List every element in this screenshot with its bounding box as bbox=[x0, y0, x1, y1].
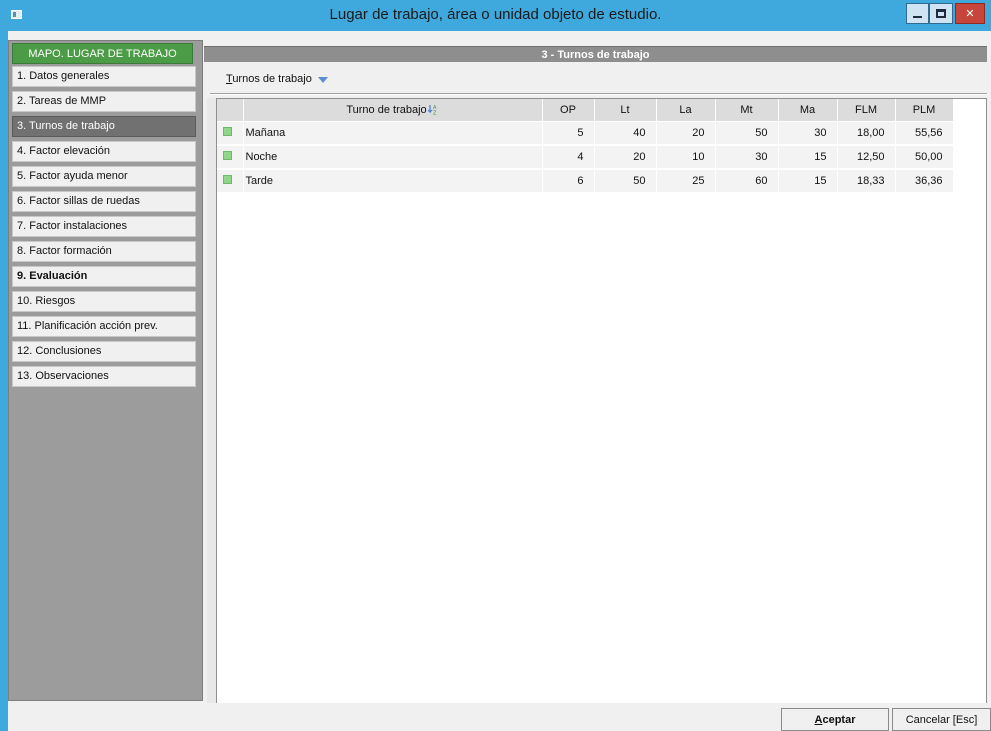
col-header-la[interactable]: La bbox=[656, 99, 716, 122]
table-row[interactable]: Tarde 6 50 25 60 15 18,33 36,36 bbox=[217, 169, 954, 194]
sidebar: MAPO. LUGAR DE TRABAJO 1. Datos generale… bbox=[8, 40, 203, 701]
svg-text:Z: Z bbox=[433, 111, 437, 116]
sidebar-item-turnos-de-trabajo[interactable]: 3. Turnos de trabajo bbox=[12, 116, 196, 137]
sidebar-item-conclusiones[interactable]: 12. Conclusiones bbox=[12, 341, 196, 362]
window-title: Lugar de trabajo, área o unidad objeto d… bbox=[329, 6, 662, 23]
cell-la[interactable]: 25 bbox=[656, 169, 716, 194]
accept-button[interactable]: Aceptar bbox=[781, 708, 889, 731]
section-title: 3 - Turnos de trabajo bbox=[204, 46, 987, 62]
accept-mnemonic: A bbox=[814, 713, 823, 726]
dropdown-label: Turnos de trabajo bbox=[226, 73, 312, 85]
sidebar-item-factor-sillas-de-ruedas[interactable]: 6. Factor sillas de ruedas bbox=[12, 191, 196, 212]
close-icon: ✕ bbox=[965, 8, 975, 20]
cell-mt[interactable]: 50 bbox=[715, 121, 779, 146]
row-status-icon bbox=[223, 126, 232, 136]
col-header-op[interactable]: OP bbox=[542, 99, 595, 122]
sidebar-item-factor-instalaciones[interactable]: 7. Factor instalaciones bbox=[12, 216, 196, 237]
row-indicator-header bbox=[217, 99, 244, 122]
sidebar-item-factor-ayuda-menor[interactable]: 5. Factor ayuda menor bbox=[12, 166, 196, 187]
sidebar-item-observaciones[interactable]: 13. Observaciones bbox=[12, 366, 196, 387]
col-header-turno[interactable]: Turno de trabajo A Z bbox=[243, 99, 543, 122]
sort-icon[interactable]: AZ bbox=[427, 104, 439, 116]
app-window: Lugar de trabajo, área o unidad objeto d… bbox=[0, 0, 991, 731]
turnos-dropdown[interactable]: Turnos de trabajo bbox=[226, 70, 328, 88]
footer-bar: Aceptar Cancelar [Esc] bbox=[8, 703, 991, 731]
cell-la[interactable]: 20 bbox=[656, 121, 716, 146]
cell-ma[interactable]: 15 bbox=[778, 169, 838, 194]
divider bbox=[210, 93, 987, 95]
dropdown-label-text: urnos de trabajo bbox=[232, 73, 312, 85]
cell-turno[interactable]: Tarde bbox=[243, 169, 543, 194]
cell-plm[interactable]: 36,36 bbox=[895, 169, 954, 194]
close-button[interactable]: ✕ bbox=[955, 3, 985, 24]
cell-la[interactable]: 10 bbox=[656, 145, 716, 170]
shifts-grid[interactable]: Turno de trabajo A Z OP Lt La Mt Ma FLM PL… bbox=[216, 98, 987, 723]
title-bar[interactable]: Lugar de trabajo, área o unidad objeto d… bbox=[0, 0, 991, 31]
cell-turno[interactable]: Noche bbox=[243, 145, 543, 170]
cell-mt[interactable]: 30 bbox=[715, 145, 779, 170]
cell-mt[interactable]: 60 bbox=[715, 169, 779, 194]
cell-lt[interactable]: 50 bbox=[594, 169, 657, 194]
cell-plm[interactable]: 55,56 bbox=[895, 121, 954, 146]
sidebar-item-tareas-mmp[interactable]: 2. Tareas de MMP bbox=[12, 91, 196, 112]
cell-lt[interactable]: 40 bbox=[594, 121, 657, 146]
row-status-icon bbox=[223, 151, 232, 160]
cell-op[interactable]: 5 bbox=[542, 121, 595, 146]
minimize-button[interactable] bbox=[906, 3, 929, 24]
col-header-mt[interactable]: Mt bbox=[715, 99, 779, 122]
accept-label: ceptar bbox=[822, 713, 856, 726]
cell-turno[interactable]: Mañana bbox=[243, 121, 543, 146]
row-indicator bbox=[217, 121, 244, 146]
col-header-flm[interactable]: FLM bbox=[837, 99, 896, 122]
table-row[interactable]: Noche 4 20 10 30 15 12,50 50,00 bbox=[217, 145, 954, 170]
col-header-plm[interactable]: PLM bbox=[895, 99, 954, 122]
table-header-row: Turno de trabajo A Z OP Lt La Mt Ma FLM PL… bbox=[217, 99, 954, 122]
col-header-label: Turno de trabajo bbox=[346, 103, 427, 116]
sidebar-item-factor-formacion[interactable]: 8. Factor formación bbox=[12, 241, 196, 262]
sidebar-item-datos-generales[interactable]: 1. Datos generales bbox=[12, 66, 196, 87]
sidebar-header[interactable]: MAPO. LUGAR DE TRABAJO bbox=[12, 43, 193, 64]
sidebar-item-evaluacion[interactable]: 9. Evaluación bbox=[12, 266, 196, 287]
table-row[interactable]: Mañana 5 40 20 50 30 18,00 55,56 bbox=[217, 121, 954, 146]
cell-op[interactable]: 4 bbox=[542, 145, 595, 170]
cell-flm[interactable]: 18,00 bbox=[837, 121, 896, 146]
col-header-ma[interactable]: Ma bbox=[778, 99, 838, 122]
cell-op[interactable]: 6 bbox=[542, 169, 595, 194]
cell-flm[interactable]: 18,33 bbox=[837, 169, 896, 194]
row-indicator bbox=[217, 145, 244, 170]
cell-ma[interactable]: 15 bbox=[778, 145, 838, 170]
col-header-lt[interactable]: Lt bbox=[594, 99, 657, 122]
row-indicator bbox=[217, 169, 244, 194]
sidebar-item-factor-elevacion[interactable]: 4. Factor elevación bbox=[12, 141, 196, 162]
cell-lt[interactable]: 20 bbox=[594, 145, 657, 170]
chevron-down-icon[interactable] bbox=[317, 77, 328, 83]
minimize-icon bbox=[913, 15, 922, 18]
client-area: MAPO. LUGAR DE TRABAJO 1. Datos generale… bbox=[8, 31, 991, 731]
cell-flm[interactable]: 12,50 bbox=[837, 145, 896, 170]
shifts-table: Turno de trabajo A Z OP Lt La Mt Ma FLM PL… bbox=[217, 99, 954, 194]
row-status-icon bbox=[223, 175, 232, 184]
grid-margin bbox=[207, 98, 216, 723]
sidebar-item-riesgos[interactable]: 10. Riesgos bbox=[12, 291, 196, 312]
maximize-button[interactable] bbox=[929, 3, 953, 24]
cell-ma[interactable]: 30 bbox=[778, 121, 838, 146]
sidebar-item-planificacion[interactable]: 11. Planificación acción prev. bbox=[12, 316, 196, 337]
cancel-button[interactable]: Cancelar [Esc] bbox=[892, 708, 991, 731]
maximize-icon bbox=[936, 9, 946, 18]
cell-plm[interactable]: 50,00 bbox=[895, 145, 954, 170]
